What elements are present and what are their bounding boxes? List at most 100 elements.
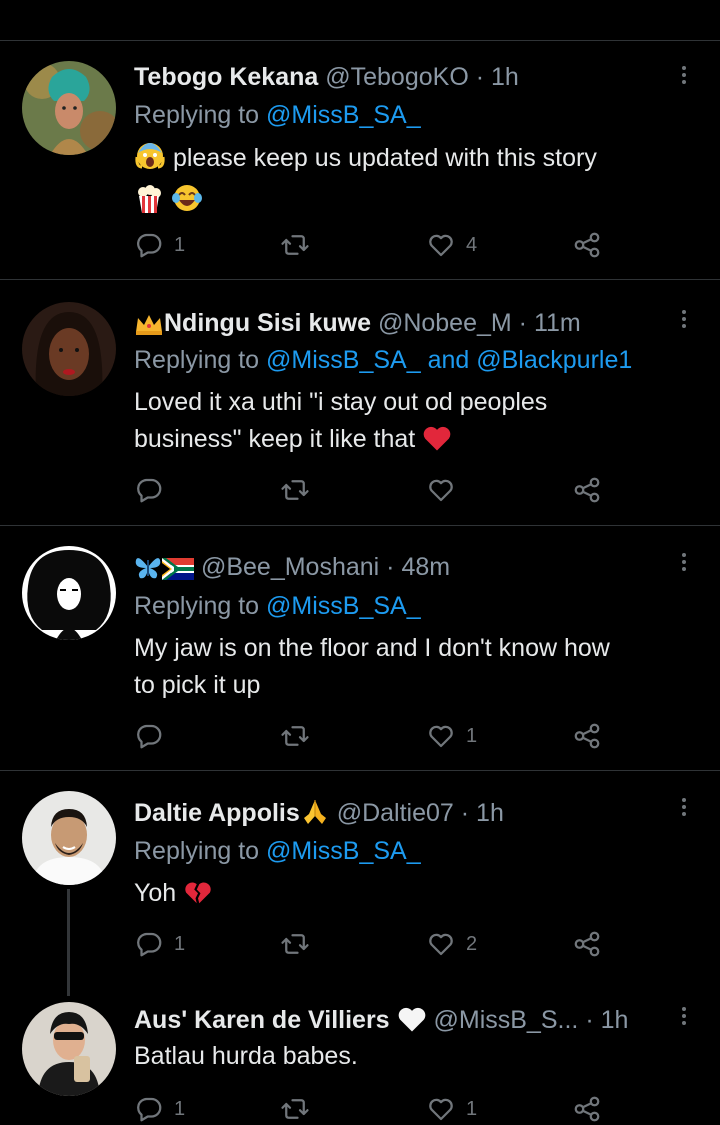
popcorn-icon xyxy=(134,184,164,225)
heart-icon xyxy=(429,933,453,956)
display-name[interactable]: Daltie Appolis xyxy=(134,799,300,827)
user-handle[interactable]: @Bee_Moshani xyxy=(201,553,379,581)
retweet-button[interactable] xyxy=(280,720,320,752)
mention-link[interactable]: @MissB_SA_ xyxy=(266,101,421,129)
timestamp[interactable]: · 1h xyxy=(461,799,504,827)
more-options-icon[interactable] xyxy=(674,307,694,335)
share-icon xyxy=(574,1096,600,1122)
display-name[interactable]: Aus' Karen de Villiers xyxy=(134,1006,390,1034)
heart-icon xyxy=(429,725,453,748)
reply-icon xyxy=(137,233,162,258)
reply-button[interactable] xyxy=(134,474,174,506)
share-icon xyxy=(574,723,600,749)
share-button[interactable] xyxy=(572,474,602,506)
tweet-header: Daltie Appolis @Daltie07 · 1h xyxy=(134,796,660,834)
reply-button[interactable] xyxy=(134,720,174,752)
tweet-actions: 1 4 xyxy=(134,229,614,261)
like-count: 2 xyxy=(466,932,478,955)
retweet-icon xyxy=(281,934,309,954)
reply-count: 1 xyxy=(174,1097,186,1120)
like-count: 4 xyxy=(466,233,478,256)
reply-button[interactable]: 1 xyxy=(134,1093,185,1125)
timestamp[interactable]: · 48m xyxy=(386,553,450,581)
more-options-icon[interactable] xyxy=(674,795,694,823)
tweet-actions xyxy=(134,474,614,506)
avatar[interactable] xyxy=(22,61,116,155)
mention-link[interactable]: @MissB_SA_ xyxy=(266,346,421,374)
reply-button[interactable]: 1 xyxy=(134,928,185,960)
like-count: 1 xyxy=(466,724,478,747)
reply-icon xyxy=(137,932,162,957)
share-button[interactable] xyxy=(572,720,602,752)
tweet-card[interactable]: Daltie Appolis @Daltie07 · 1h Replying t… xyxy=(0,771,720,996)
tweet-actions: 1 xyxy=(134,720,614,752)
broken-heart-icon xyxy=(183,878,213,917)
tweet-header: @Bee_Moshani · 48m xyxy=(134,551,660,588)
like-button[interactable]: 2 xyxy=(426,928,477,960)
tweet-text-line1: My jaw is on the floor and I don't know … xyxy=(134,634,610,662)
like-button[interactable]: 1 xyxy=(426,1093,477,1125)
user-handle[interactable]: @TebogoKO xyxy=(325,63,469,91)
reply-count: 1 xyxy=(174,233,186,256)
mention-and: and xyxy=(427,346,470,374)
tweet-card[interactable]: @Bee_Moshani · 48m Replying to @MissB_SA… xyxy=(0,526,720,771)
user-handle[interactable]: @Daltie07 xyxy=(337,799,454,827)
tweet-text-line1: Batlau hurda babes. xyxy=(134,1042,358,1070)
like-button[interactable]: 1 xyxy=(426,720,477,752)
share-button[interactable] xyxy=(572,229,602,261)
more-options-icon[interactable] xyxy=(674,63,694,91)
face-screaming-icon xyxy=(134,139,166,182)
timestamp[interactable]: · 1h xyxy=(585,1006,628,1034)
replying-to: Replying to @MissB_SA_ and @Blackpurle1 xyxy=(134,344,632,376)
butterfly-icon xyxy=(134,554,162,588)
like-button[interactable] xyxy=(426,474,466,506)
mention-link[interactable]: @Blackpurle1 xyxy=(476,346,632,374)
retweet-icon xyxy=(281,235,309,255)
avatar[interactable] xyxy=(22,791,116,885)
tweet-actions: 1 1 xyxy=(134,1093,614,1125)
white-heart-icon xyxy=(397,1005,427,1041)
timestamp[interactable]: · 11m xyxy=(519,309,581,337)
retweet-button[interactable] xyxy=(280,1093,320,1125)
tweet-card[interactable]: Ndingu Sisi kuwe @Nobee_M · 11m Replying… xyxy=(0,280,720,526)
retweet-icon xyxy=(281,480,309,500)
folded-hands-icon xyxy=(300,796,330,834)
user-handle[interactable]: @MissB_S... xyxy=(434,1006,579,1034)
replying-label: Replying to xyxy=(134,837,260,865)
share-button[interactable] xyxy=(572,1093,602,1125)
retweet-button[interactable] xyxy=(280,928,320,960)
share-icon xyxy=(574,931,600,957)
tweet-text-line1: Loved it xa uthi "i stay out od peoples xyxy=(134,388,548,416)
avatar[interactable] xyxy=(22,1002,116,1096)
tweet-text: Yoh xyxy=(134,875,694,917)
tweet-text-line1: please keep us updated with this story xyxy=(172,144,597,172)
red-heart-icon xyxy=(422,424,452,463)
display-name[interactable]: Tebogo Kekana xyxy=(134,63,318,91)
mention-link[interactable]: @MissB_SA_ xyxy=(266,837,421,865)
heart-icon xyxy=(429,1098,453,1121)
tweet-text: Batlau hurda babes. xyxy=(134,1038,694,1075)
avatar[interactable] xyxy=(22,546,116,640)
timestamp[interactable]: · 1h xyxy=(476,63,519,91)
more-options-icon[interactable] xyxy=(674,1004,694,1032)
heart-icon xyxy=(429,234,453,257)
more-options-icon[interactable] xyxy=(674,550,694,578)
retweet-button[interactable] xyxy=(280,229,320,261)
retweet-icon xyxy=(281,726,309,746)
tweet-text: Loved it xa uthi "i stay out od peoples … xyxy=(134,384,694,463)
retweet-button[interactable] xyxy=(280,474,320,506)
share-button[interactable] xyxy=(572,928,602,960)
mention-link[interactable]: @MissB_SA_ xyxy=(266,592,421,620)
like-button[interactable]: 4 xyxy=(426,229,477,261)
avatar[interactable] xyxy=(22,302,116,396)
replying-to: Replying to @MissB_SA_ xyxy=(134,835,421,867)
south-africa-flag-icon xyxy=(162,556,194,588)
tweet-card[interactable]: Tebogo Kekana @TebogoKO · 1h Replying to… xyxy=(0,41,720,280)
tweet-text-line2: business" keep it like that xyxy=(134,425,416,453)
tweet-header: Ndingu Sisi kuwe @Nobee_M · 11m xyxy=(134,307,660,344)
reply-button[interactable]: 1 xyxy=(134,229,185,261)
replying-to: Replying to @MissB_SA_ xyxy=(134,99,421,131)
tweet-card[interactable]: Aus' Karen de Villiers @MissB_S... · 1h … xyxy=(0,996,720,1122)
user-handle[interactable]: @Nobee_M xyxy=(378,309,512,337)
display-name[interactable]: Ndingu Sisi kuwe xyxy=(164,309,371,337)
